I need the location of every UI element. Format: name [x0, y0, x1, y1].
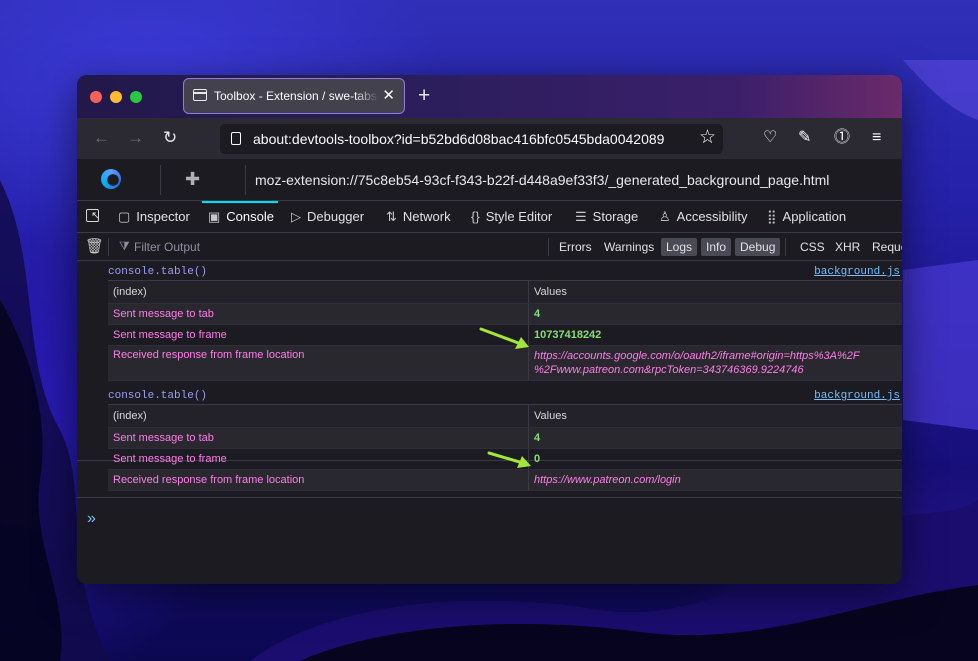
- back-icon[interactable]: ←: [93, 128, 110, 148]
- extension-url: moz-extension://75c8eb54-93cf-f343-b22f-…: [255, 172, 830, 188]
- tab-page-icon: [193, 89, 207, 101]
- title-bar: Toolbox - Extension / swe-tabs-ext ✕ +: [77, 75, 902, 118]
- clear-console-trash-icon[interactable]: 🗑: [85, 239, 104, 255]
- console-icon: ▣: [208, 209, 221, 224]
- filter-logs-button[interactable]: Logs: [661, 238, 698, 256]
- element-picker-icon[interactable]: [86, 209, 100, 222]
- row-value-line: https://accounts.google.com/o/oauth2/ifr…: [534, 350, 860, 362]
- menu-icon[interactable]: ≡: [872, 128, 881, 148]
- application-icon: ⣿: [767, 209, 777, 224]
- row-index: Sent message to frame: [113, 329, 227, 341]
- filter-divider: [108, 238, 109, 256]
- header-divider: [245, 165, 246, 195]
- browser-tab[interactable]: Toolbox - Extension / swe-tabs-ext ✕: [183, 78, 405, 114]
- filter-info-button[interactable]: Info: [701, 238, 732, 256]
- filter-errors-button[interactable]: Errors: [554, 238, 597, 256]
- zoom-window-button[interactable]: [130, 91, 142, 103]
- tools-icon[interactable]: ✎: [798, 128, 811, 148]
- column-header-index: (index): [113, 286, 147, 298]
- url-text[interactable]: about:devtools-toolbox?id=b52bd6d08bac41…: [253, 131, 693, 147]
- console-table: (index) Values Sent message to tab 4 Sen…: [108, 404, 902, 491]
- column-header-values: Values: [534, 410, 567, 422]
- bookmark-star-icon[interactable]: ☆: [699, 127, 716, 149]
- toolbox-header: ✚ moz-extension://75c8eb54-93cf-f343-b22…: [77, 159, 902, 201]
- column-divider: [528, 428, 529, 448]
- row-value: 4: [534, 308, 541, 320]
- url-bar[interactable]: about:devtools-toolbox?id=b52bd6d08bac41…: [220, 124, 723, 154]
- close-window-button[interactable]: [90, 91, 102, 103]
- column-divider: [528, 304, 529, 324]
- filter-xhr-button[interactable]: XHR: [830, 238, 865, 256]
- tab-inspector[interactable]: ▢ Inspector: [118, 201, 190, 233]
- console-table-call: console.table(): [108, 390, 208, 402]
- row-index: Received response from frame location: [113, 474, 305, 486]
- header-divider: [160, 165, 161, 195]
- table-row: Sent message to tab 4: [108, 428, 902, 449]
- console-message: console.table() background.js (index) Va…: [77, 261, 902, 386]
- page-icon: [231, 132, 241, 145]
- table-header-row: (index) Values: [108, 281, 902, 304]
- row-value: 10737418242: [534, 329, 602, 341]
- password-manager-icon[interactable]: ⓵: [834, 128, 850, 148]
- filter-debug-button[interactable]: Debug: [735, 238, 781, 256]
- source-link[interactable]: background.js: [814, 390, 900, 402]
- column-divider: [528, 405, 529, 427]
- inspector-icon: ▢: [118, 209, 131, 224]
- tab-accessibility[interactable]: ♙ Accessibility: [659, 201, 747, 233]
- debugger-icon: ▷: [291, 209, 301, 224]
- column-divider: [528, 281, 529, 303]
- filter-requests-button[interactable]: Requests: [867, 238, 902, 256]
- tab-storage[interactable]: ☰ Storage: [575, 201, 638, 233]
- filter-divider: [785, 238, 786, 256]
- row-index: Sent message to tab: [113, 308, 214, 320]
- row-value-line: %2Fwww.patreon.com&rpcToken=343746369.92…: [534, 364, 804, 376]
- network-icon: ⇅: [386, 209, 397, 224]
- console-input-prompt-icon[interactable]: »: [87, 511, 96, 527]
- filter-funnel-icon: ⧩: [119, 239, 130, 253]
- row-index: Sent message to tab: [113, 432, 214, 444]
- tab-title: Toolbox - Extension / swe-tabs-ext: [214, 89, 379, 103]
- new-tab-button[interactable]: +: [418, 85, 430, 107]
- filter-output-input[interactable]: Filter Output: [134, 240, 200, 254]
- message-divider: [77, 497, 902, 498]
- tab-style-editor[interactable]: {} Style Editor: [471, 201, 552, 233]
- filter-divider: [548, 238, 549, 256]
- minimize-window-button[interactable]: [110, 91, 122, 103]
- accessibility-icon: ♙: [659, 209, 671, 224]
- filter-css-button[interactable]: CSS: [795, 238, 830, 256]
- firefox-logo-icon: [101, 169, 121, 189]
- row-index: Sent message to frame: [113, 453, 227, 465]
- row-value: https://accounts.google.com/o/oauth2/ifr…: [534, 349, 860, 377]
- source-link[interactable]: background.js: [814, 266, 900, 278]
- devtools-tab-bar: ▢Inspector ▣Console ▷Debugger ⇅Network {…: [77, 201, 902, 233]
- browser-window: Toolbox - Extension / swe-tabs-ext ✕ + ←…: [77, 75, 902, 584]
- row-index: Received response from frame location: [113, 349, 305, 361]
- tab-close-icon[interactable]: ✕: [382, 86, 395, 106]
- column-header-values: Values: [534, 286, 567, 298]
- navigation-toolbar: ← → ↻ about:devtools-toolbox?id=b52bd6d0…: [77, 118, 902, 159]
- table-row: Sent message to tab 4: [108, 304, 902, 325]
- pocket-icon[interactable]: ♡: [763, 128, 777, 148]
- annotation-arrow-icon: [479, 327, 529, 349]
- table-header-row: (index) Values: [108, 405, 902, 428]
- storage-icon: ☰: [575, 209, 587, 224]
- column-divider: [528, 470, 529, 490]
- reload-icon[interactable]: ↻: [163, 128, 177, 148]
- tab-console[interactable]: ▣ Console: [202, 201, 278, 233]
- tab-debugger[interactable]: ▷ Debugger: [291, 201, 364, 233]
- console-filter-bar: 🗑 ⧩ Filter Output Errors Warnings Logs I…: [77, 233, 902, 261]
- annotation-arrow-icon: [487, 451, 531, 468]
- tab-application[interactable]: ⣿ Application: [767, 201, 846, 233]
- table-row: Received response from frame location ht…: [108, 470, 902, 491]
- column-header-index: (index): [113, 410, 147, 422]
- forward-icon[interactable]: →: [127, 128, 144, 148]
- filter-warnings-button[interactable]: Warnings: [599, 238, 659, 256]
- console-output: console.table() background.js (index) Va…: [77, 261, 902, 584]
- extension-puzzle-icon: ✚: [185, 169, 201, 189]
- row-value: 4: [534, 432, 541, 444]
- row-value: https://www.patreon.com/login: [534, 474, 681, 486]
- tab-network[interactable]: ⇅ Network: [386, 201, 451, 233]
- style-editor-icon: {}: [471, 209, 480, 224]
- console-table-call: console.table(): [108, 266, 208, 278]
